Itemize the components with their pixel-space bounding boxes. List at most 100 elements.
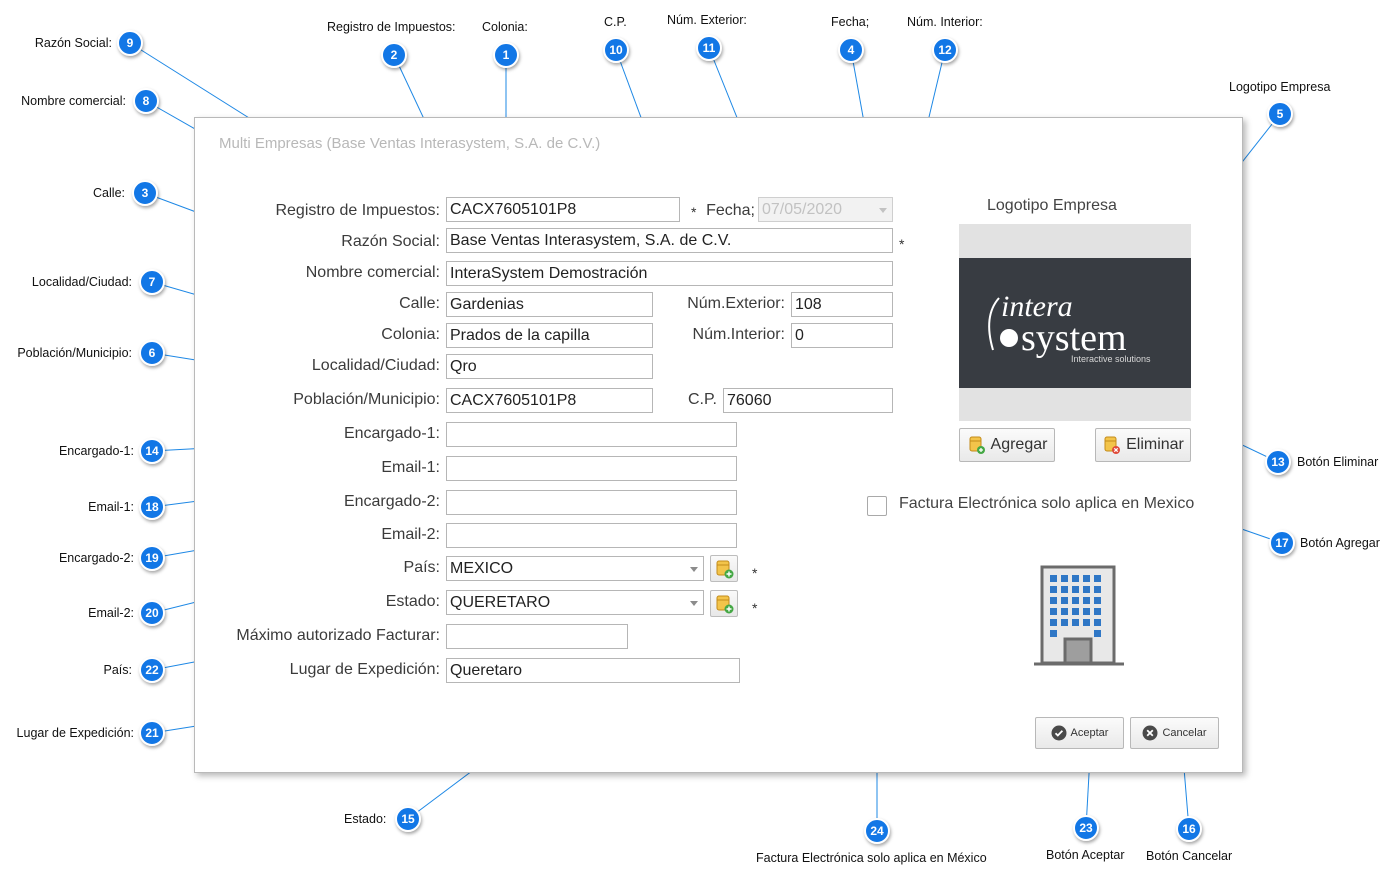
num-ext-input[interactable]: 108 <box>791 292 893 317</box>
add-logo-button[interactable]: Agregar <box>959 428 1055 462</box>
callout-badge: 13 <box>1265 449 1291 475</box>
callout-badge: 6 <box>139 340 165 366</box>
callout-label: País: <box>103 663 133 677</box>
num-ext-label: Núm.Exterior: <box>687 295 785 312</box>
maximo-label: Máximo autorizado Facturar: <box>236 627 440 644</box>
cancel-button[interactable]: Cancelar <box>1130 717 1219 749</box>
required-mark: * <box>752 600 758 616</box>
callout-label: Botón Cancelar <box>1146 849 1233 863</box>
database-add-icon <box>969 436 985 454</box>
callout-label: Lugar de Expedición: <box>16 726 134 740</box>
email2-input[interactable] <box>446 523 737 548</box>
callout-badge: 17 <box>1269 530 1295 556</box>
building-icon <box>1034 565 1124 666</box>
accept-button[interactable]: Aceptar <box>1035 717 1124 749</box>
callout-label: Localidad/Ciudad: <box>31 275 132 289</box>
add-pais-button[interactable] <box>710 555 738 582</box>
email1-input[interactable] <box>446 456 737 481</box>
logo-label: Logotipo Empresa <box>987 197 1117 214</box>
check-circle-icon <box>1051 725 1067 741</box>
fecha-picker[interactable]: 07/05/2020 <box>758 197 893 222</box>
callout-label: Botón Eliminar <box>1297 455 1379 469</box>
localidad-label: Localidad/Ciudad: <box>311 357 440 374</box>
callout-label: Botón Agregar <box>1300 536 1380 550</box>
callout-label: Colonia: <box>482 20 528 34</box>
callout-badge: 15 <box>395 806 421 832</box>
registro-label: Registro de Impuestos: <box>275 202 440 219</box>
chevron-down-icon <box>690 601 698 606</box>
colonia-input[interactable]: Prados de la capilla <box>446 323 653 348</box>
remove-logo-button[interactable]: Eliminar <box>1095 428 1191 462</box>
estado-label: Estado: <box>385 593 440 610</box>
callout-label: Email-1: <box>88 500 134 514</box>
fecha-value: 07/05/2020 <box>762 201 843 218</box>
callout-badge: 4 <box>838 37 864 63</box>
callout-label: Factura Electrónica solo aplica en Méxic… <box>756 851 987 865</box>
callout-label: Encargado-1: <box>58 444 134 458</box>
num-int-label: Núm.Interior: <box>692 326 785 343</box>
lugar-label: Lugar de Expedición: <box>289 661 440 678</box>
callout-badge: 20 <box>139 600 165 626</box>
database-remove-icon <box>1104 436 1121 454</box>
razon-input[interactable]: Base Ventas Interasystem, S.A. de C.V. <box>446 228 893 253</box>
callout-label: Fecha; <box>831 15 870 29</box>
calle-input[interactable]: Gardenias <box>446 292 653 317</box>
callout-label: Encargado-2: <box>58 551 134 565</box>
maximo-input[interactable] <box>446 624 628 649</box>
nombre-input[interactable]: InteraSystem Demostración <box>446 261 893 286</box>
add-estado-button[interactable] <box>710 590 738 617</box>
database-add-icon <box>716 595 734 614</box>
calle-label: Calle: <box>399 295 440 312</box>
accept-label: Aceptar <box>1070 727 1109 739</box>
cp-input[interactable]: 76060 <box>723 388 893 413</box>
pais-label: País: <box>403 559 440 576</box>
callout-label: Población/Municipio: <box>17 346 132 360</box>
email1-label: Email-1: <box>381 459 440 476</box>
callout-badge: 8 <box>133 88 159 114</box>
callout-badge: 1 <box>493 42 519 68</box>
required-mark: * <box>752 565 758 581</box>
estado-select[interactable]: QUERETARO <box>446 590 704 615</box>
required-mark: * <box>899 236 905 252</box>
encargado1-input[interactable] <box>446 422 737 447</box>
callout-label: Calle: <box>93 186 125 200</box>
callout-badge: 9 <box>117 30 143 56</box>
factura-electronica-label: Factura Electrónica solo aplica en Mexic… <box>899 495 1195 512</box>
company-logo: intera system Interactive solutions <box>959 258 1191 388</box>
callout-badge: 7 <box>139 269 165 295</box>
callout-badge: 5 <box>1267 101 1293 127</box>
close-circle-icon <box>1142 725 1158 741</box>
callout-label: Botón Aceptar <box>1046 848 1125 862</box>
poblacion-input[interactable]: CACX7605101P8 <box>446 388 653 413</box>
callout-badge: 16 <box>1176 816 1202 842</box>
remove-logo-label: Eliminar <box>1126 436 1184 453</box>
callout-label: Registro de Impuestos: <box>327 20 456 34</box>
database-add-icon <box>716 560 734 579</box>
localidad-input[interactable]: Qro <box>446 354 653 379</box>
callout-badge: 24 <box>864 818 890 844</box>
callout-badge: 3 <box>132 180 158 206</box>
callout-label: Estado: <box>344 812 387 826</box>
registro-input[interactable]: CACX7605101P8 <box>446 197 680 222</box>
dialog-title: Multi Empresas (Base Ventas Interasystem… <box>219 135 601 152</box>
encargado2-label: Encargado-2: <box>343 493 440 510</box>
callout-badge: 22 <box>139 657 165 683</box>
encargado1-label: Encargado-1: <box>343 425 440 442</box>
add-logo-label: Agregar <box>990 436 1048 453</box>
callout-label: Nombre comercial: <box>21 94 126 108</box>
lugar-input[interactable]: Queretaro <box>446 658 740 683</box>
callout-badge: 23 <box>1073 815 1099 841</box>
cancel-label: Cancelar <box>1162 727 1207 739</box>
encargado2-input[interactable] <box>446 490 737 515</box>
callout-label: Email-2: <box>88 606 134 620</box>
factura-electronica-checkbox[interactable] <box>867 496 887 516</box>
logo-brand-2: system <box>1021 317 1127 359</box>
logo-tagline: Interactive solutions <box>1071 354 1151 364</box>
logo-panel: intera system Interactive solutions <box>959 224 1191 421</box>
email2-label: Email-2: <box>381 526 440 543</box>
num-int-input[interactable]: 0 <box>791 323 893 348</box>
pais-select[interactable]: MEXICO <box>446 556 704 581</box>
callout-badge: 11 <box>696 35 722 61</box>
callout-label: C.P. <box>604 15 627 29</box>
callout-label: Núm. Exterior: <box>667 13 747 27</box>
